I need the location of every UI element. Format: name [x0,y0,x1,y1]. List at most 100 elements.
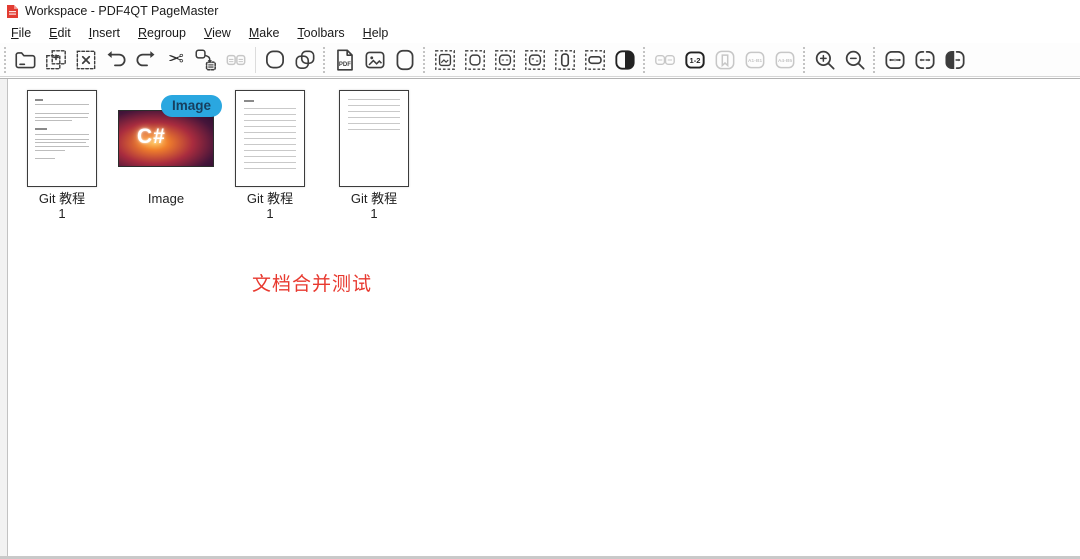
select-even-button[interactable] [521,46,549,74]
select-odd-button[interactable] [491,46,519,74]
menu-make[interactable]: Make [240,24,289,42]
svg-text:A4-B5: A4-B5 [778,57,793,63]
select-portrait-button[interactable] [551,46,579,74]
regroup-pairs-icon [655,54,675,65]
ungroup-button[interactable] [291,46,319,74]
insert-blank-page-button[interactable] [391,46,419,74]
regroup-page-pairs-icon: 1-2 [685,50,705,69]
select-odd-icon [495,49,515,70]
toolbar: ✂ PDF 1-2 A1-B1 A4-B5 [0,43,1080,77]
ungroup-icon [295,50,315,69]
app-window: Workspace - PDF4QT PageMaster File Edit … [0,0,1080,559]
zoom-out-button[interactable] [841,46,869,74]
toolbar-drag-handle[interactable] [323,46,327,73]
menu-file[interactable]: File [2,24,40,42]
toolbar-drag-handle[interactable] [4,46,8,73]
page-thumbnail[interactable]: Git 教程 1 [322,89,426,222]
menu-bar: File Edit Insert Regroup View Make Toolb… [0,22,1080,43]
insert-pdf-icon: PDF [337,48,353,71]
thumbnail-title: Git 教程 [246,191,294,206]
svg-text:1-2: 1-2 [690,55,701,64]
regroup-outline-button[interactable] [711,46,739,74]
invert-selection-icon [615,49,635,70]
select-portrait-icon [555,49,575,70]
group-icon [266,49,284,68]
invert-selection-button[interactable] [611,46,639,74]
insert-image-button[interactable] [361,46,389,74]
page-preview[interactable] [339,90,409,187]
undo-button[interactable] [102,46,130,74]
open-folder-button[interactable] [12,46,40,74]
svg-text:PDF: PDF [339,61,351,67]
zoom-in-button[interactable] [811,46,839,74]
deselect-icon [76,50,96,69]
regroup-reverse-button[interactable]: A4-B5 [771,46,799,74]
toolbar-drag-handle[interactable] [873,46,877,73]
select-landscape-button[interactable] [581,46,609,74]
select-images-icon [435,49,455,70]
menu-insert[interactable]: Insert [80,24,129,42]
replace-button[interactable] [222,46,250,74]
workspace-left-gutter [0,79,8,556]
redo-icon [136,50,155,66]
image-thumbnail[interactable]: C# Image Image [114,89,223,222]
unite-documents-button[interactable] [881,46,909,74]
page-preview[interactable] [27,90,97,187]
cut-button[interactable]: ✂ [162,46,190,74]
zoom-in-icon [815,50,835,70]
undo-icon [107,50,126,66]
thumbnail-caption: Git 教程 1 [39,191,85,222]
menu-edit[interactable]: Edit [40,24,80,42]
page-thumbnail-row: Git 教程 1 C# Image Image Git 教程 1 Git 教程 … [10,89,426,222]
deselect-button[interactable] [72,46,100,74]
select-images-button[interactable] [431,46,459,74]
window-title: Workspace - PDF4QT PageMaster [25,4,219,18]
separate-documents-icon [915,50,935,69]
separate-odd-even-button[interactable] [941,46,969,74]
page-thumbnail[interactable]: Git 教程 1 [218,89,322,222]
thumbnail-title: Git 教程 [38,191,86,206]
group-button[interactable] [261,46,289,74]
unite-documents-icon [885,50,905,69]
select-pages-icon [465,49,485,70]
cut-icon: ✂ [168,49,184,70]
title-bar: Workspace - PDF4QT PageMaster [0,0,1080,22]
thumbnail-page-number: 1 [370,206,378,222]
menu-help[interactable]: Help [354,24,398,42]
thumbnail-caption: Git 教程 1 [351,191,397,222]
app-logo-icon [6,4,19,19]
image-preview[interactable]: C# Image [118,94,223,167]
regroup-alternating-button[interactable]: A1-B1 [741,46,769,74]
thumbnail-title: Image [147,191,185,206]
toolbar-drag-handle[interactable] [423,46,427,73]
thumb-area [218,89,322,187]
thumbnail-page-number: 1 [266,206,274,222]
thumbnail-caption: Image [148,191,184,206]
thumb-area: C# Image [114,89,223,187]
workspace[interactable]: Git 教程 1 C# Image Image Git 教程 1 Git 教程 … [0,78,1080,559]
page-preview[interactable] [235,90,305,187]
image-badge: Image [161,94,223,117]
regroup-pairs-button[interactable] [651,46,679,74]
toolbar-separator [255,46,256,73]
menu-view[interactable]: View [195,24,240,42]
select-even-icon [525,49,545,70]
paste-button[interactable] [192,46,220,74]
regroup-page-pairs-button[interactable]: 1-2 [681,46,709,74]
page-thumbnail[interactable]: Git 教程 1 [10,89,114,222]
separate-documents-button[interactable] [911,46,939,74]
merge-test-annotation: 文档合并测试 [252,274,373,295]
insert-pdf-button[interactable]: PDF [331,46,359,74]
select-pages-button[interactable] [461,46,489,74]
menu-toolbars[interactable]: Toolbars [288,24,353,42]
toolbar-drag-handle[interactable] [803,46,807,73]
replace-icon [226,54,246,65]
thumbnail-title: Git 教程 [350,191,398,206]
zoom-out-icon [845,50,865,70]
select-all-button[interactable] [42,46,70,74]
insert-image-icon [365,51,385,68]
insert-blank-page-icon [396,49,414,70]
redo-button[interactable] [132,46,160,74]
menu-regroup[interactable]: Regroup [129,24,195,42]
toolbar-drag-handle[interactable] [643,46,647,73]
